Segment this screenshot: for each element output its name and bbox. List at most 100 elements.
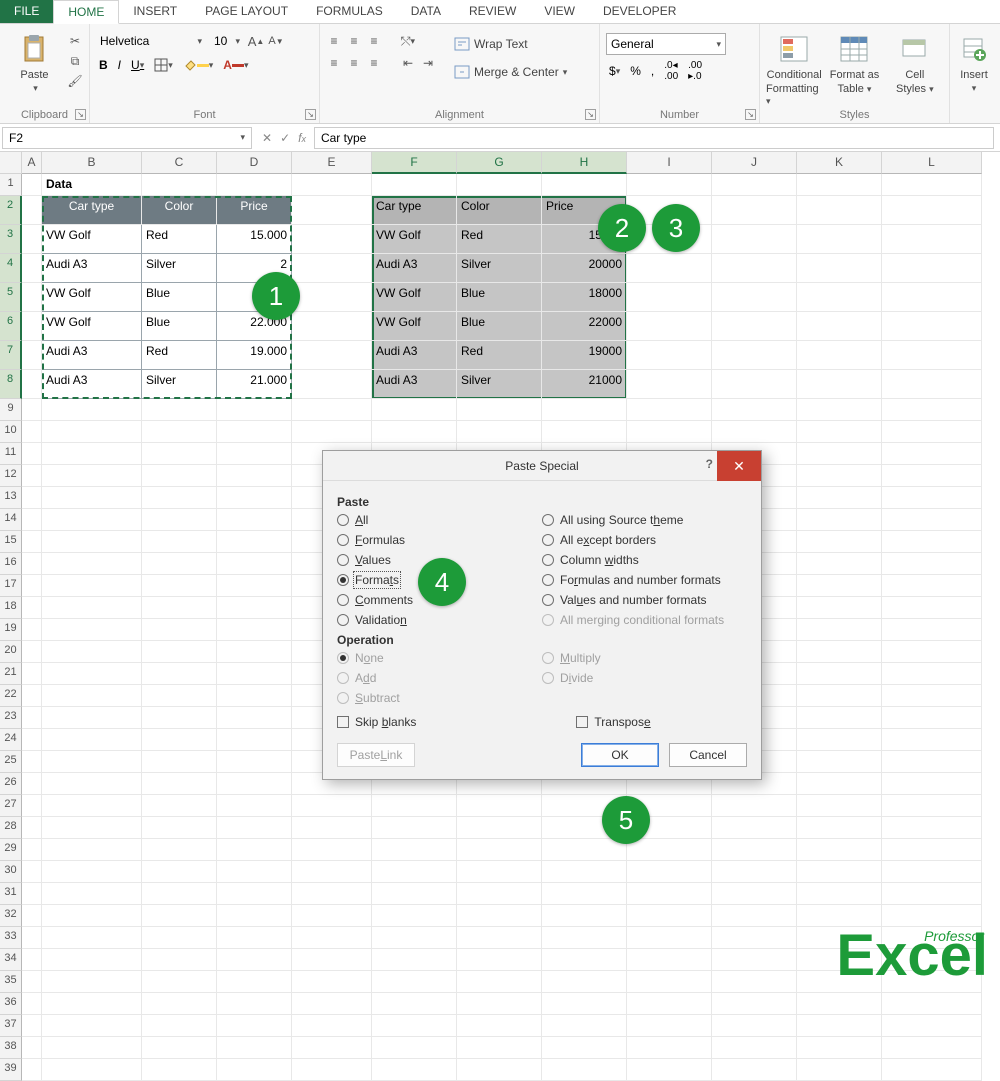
cell[interactable] — [22, 839, 42, 861]
cell[interactable] — [22, 487, 42, 509]
cell[interactable] — [542, 399, 627, 421]
cell[interactable] — [42, 971, 142, 993]
cell[interactable] — [217, 575, 292, 597]
cell[interactable] — [797, 174, 882, 196]
cell[interactable] — [22, 641, 42, 663]
format-painter-icon[interactable]: 🖌 — [67, 73, 83, 89]
cell[interactable] — [712, 421, 797, 443]
radio-all[interactable]: All — [337, 513, 542, 527]
cell[interactable] — [142, 773, 217, 795]
merge-center-button[interactable]: Merge & Center▾ — [450, 61, 571, 83]
cell[interactable] — [142, 465, 217, 487]
row-24[interactable]: 24 — [0, 729, 22, 751]
cell[interactable] — [217, 597, 292, 619]
cell[interactable] — [217, 729, 292, 751]
cell[interactable] — [712, 817, 797, 839]
cancel-formula-icon[interactable]: ✕ — [262, 131, 272, 145]
cell[interactable] — [142, 993, 217, 1015]
cell[interactable] — [542, 927, 627, 949]
cell[interactable] — [627, 399, 712, 421]
dialog-titlebar[interactable]: Paste Special ? ✕ — [323, 451, 761, 481]
cell[interactable] — [797, 509, 882, 531]
cell[interactable]: Silver — [142, 254, 217, 283]
cell[interactable] — [712, 905, 797, 927]
cell[interactable] — [42, 531, 142, 553]
cell[interactable] — [882, 663, 982, 685]
cell[interactable] — [22, 993, 42, 1015]
row-8[interactable]: 8 — [0, 370, 22, 399]
cell[interactable]: 20000 — [542, 254, 627, 283]
row-36[interactable]: 36 — [0, 993, 22, 1015]
row-39[interactable]: 39 — [0, 1059, 22, 1081]
tab-data[interactable]: DATA — [397, 0, 455, 23]
cell[interactable] — [217, 421, 292, 443]
cell[interactable] — [292, 341, 372, 370]
cell[interactable]: VW Golf — [42, 225, 142, 254]
cell[interactable] — [457, 399, 542, 421]
row-14[interactable]: 14 — [0, 509, 22, 531]
accounting-format-button[interactable]: $ ▾ — [606, 61, 623, 81]
cell[interactable] — [797, 443, 882, 465]
cell[interactable]: Car type — [42, 196, 142, 225]
cell[interactable] — [797, 1037, 882, 1059]
cell[interactable] — [882, 443, 982, 465]
cell[interactable] — [372, 861, 457, 883]
cell[interactable] — [217, 443, 292, 465]
cell[interactable] — [372, 399, 457, 421]
cell[interactable] — [627, 949, 712, 971]
cell-styles-button[interactable]: Cell Styles ▾ — [887, 27, 943, 95]
row-5[interactable]: 5 — [0, 283, 22, 312]
cell[interactable] — [882, 174, 982, 196]
cell[interactable] — [217, 531, 292, 553]
fx-icon[interactable]: fx — [298, 131, 306, 145]
cell[interactable] — [882, 1015, 982, 1037]
dialog-launcher-icon[interactable]: ↘ — [75, 109, 86, 120]
cell[interactable] — [882, 575, 982, 597]
tab-view[interactable]: VIEW — [530, 0, 589, 23]
cell[interactable] — [627, 993, 712, 1015]
cell[interactable] — [372, 421, 457, 443]
cell[interactable] — [42, 905, 142, 927]
cell[interactable] — [627, 312, 712, 341]
cell[interactable] — [882, 619, 982, 641]
cell[interactable] — [42, 421, 142, 443]
cell[interactable] — [42, 597, 142, 619]
wrap-text-button[interactable]: Wrap Text — [450, 33, 571, 55]
cell[interactable] — [797, 707, 882, 729]
row-21[interactable]: 21 — [0, 663, 22, 685]
cell[interactable] — [712, 795, 797, 817]
cell[interactable] — [292, 795, 372, 817]
cell[interactable] — [882, 641, 982, 663]
cell[interactable] — [712, 1059, 797, 1081]
align-middle-icon[interactable]: ≡ — [346, 33, 362, 49]
cell[interactable] — [292, 283, 372, 312]
cell[interactable] — [217, 861, 292, 883]
cell[interactable] — [457, 971, 542, 993]
name-box[interactable]: F2▾ — [2, 127, 252, 149]
cell[interactable] — [797, 663, 882, 685]
cell[interactable] — [142, 597, 217, 619]
cell[interactable] — [142, 971, 217, 993]
cell[interactable]: Audi A3 — [372, 254, 457, 283]
cell[interactable]: Audi A3 — [42, 254, 142, 283]
cell[interactable] — [22, 927, 42, 949]
cell[interactable] — [22, 949, 42, 971]
increase-font-icon[interactable]: A▲ — [248, 33, 264, 49]
cell[interactable]: 19.000 — [217, 341, 292, 370]
row-7[interactable]: 7 — [0, 341, 22, 370]
cell[interactable] — [142, 927, 217, 949]
cell[interactable] — [797, 370, 882, 399]
borders-button[interactable]: ▾ — [151, 55, 176, 75]
cell[interactable] — [797, 254, 882, 283]
cell[interactable] — [292, 421, 372, 443]
cell[interactable] — [217, 795, 292, 817]
row-27[interactable]: 27 — [0, 795, 22, 817]
cell[interactable] — [797, 1015, 882, 1037]
cell[interactable]: 18000 — [542, 283, 627, 312]
cell[interactable] — [42, 707, 142, 729]
row-1[interactable]: 1 — [0, 174, 22, 196]
cell[interactable] — [797, 341, 882, 370]
cell[interactable]: 22000 — [542, 312, 627, 341]
row-28[interactable]: 28 — [0, 817, 22, 839]
cell[interactable] — [217, 685, 292, 707]
